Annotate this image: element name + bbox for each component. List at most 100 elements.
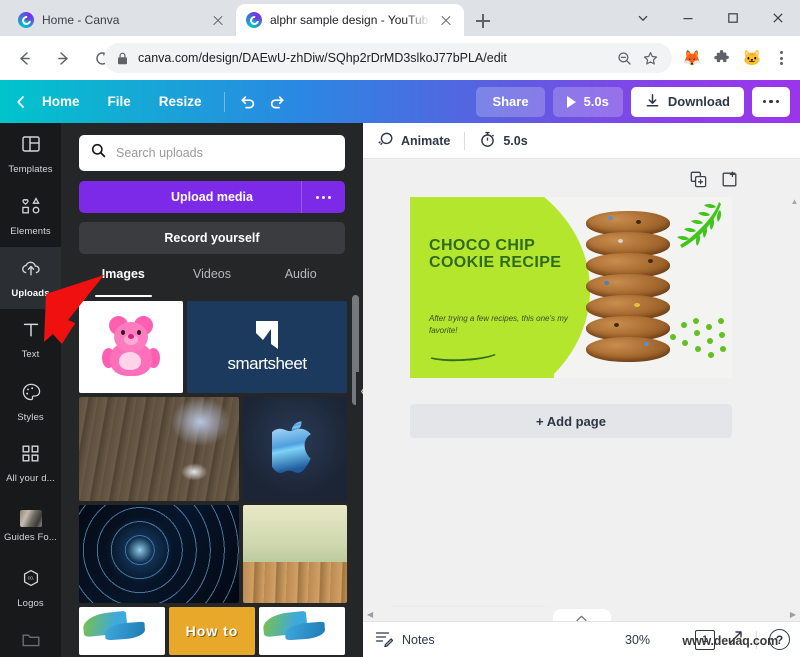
rail-item-styles[interactable]: Styles (0, 371, 61, 433)
notes-icon (375, 630, 394, 650)
minimize-icon[interactable] (665, 0, 710, 36)
search-uploads-box[interactable]: Search uploads (79, 135, 345, 171)
close-icon[interactable] (210, 12, 226, 28)
text-t-icon (22, 321, 40, 344)
record-yourself-button[interactable]: Record yourself (79, 222, 345, 254)
zoom-out-icon[interactable] (612, 46, 636, 70)
download-label: Download (667, 94, 730, 109)
thumbnail-blue-tech-circles[interactable] (79, 505, 239, 603)
thumbnail-slide-swoosh-b[interactable] (259, 607, 345, 655)
rail-item-templates[interactable]: Templates (0, 123, 61, 185)
tab-images[interactable]: Images (79, 263, 168, 297)
browser-tab-title: alphr sample design - YouTube T (270, 13, 430, 27)
thumbnail-apple-logo[interactable] (243, 397, 347, 501)
rail-item-folders[interactable]: Folders (0, 619, 61, 657)
thumbnail-desk-laptop-coffee[interactable] (79, 397, 239, 501)
editor-area: Animate 5.0s CHOCO CHIP COOKIE RECIPE Af… (363, 123, 800, 657)
folder-icon (21, 631, 41, 654)
browser-tab-home[interactable]: Home - Canva (8, 4, 236, 36)
forward-icon[interactable] (48, 43, 78, 73)
close-window-icon[interactable] (755, 0, 800, 36)
thumbnail-smartsheet-logo[interactable]: smartsheet (187, 301, 347, 393)
browser-tab-design[interactable]: alphr sample design - YouTube T (236, 4, 464, 36)
status-right-actions: 1 ? (695, 626, 790, 651)
page-count-badge[interactable]: 1 (695, 626, 718, 650)
grid-squares-icon (21, 444, 40, 468)
rail-item-elements[interactable]: Elements (0, 185, 61, 247)
canva-favicon-icon (246, 12, 262, 28)
header-home-button[interactable]: Home (28, 94, 94, 109)
thumbnail-slide-swoosh-a[interactable] (79, 607, 165, 655)
duration-label: 5.0s (503, 133, 528, 148)
present-button[interactable]: 5.0s (552, 86, 623, 117)
editor-toolbar: Animate 5.0s (363, 123, 800, 159)
back-chevron-icon[interactable] (14, 95, 28, 109)
add-page-button[interactable]: + Add page (410, 404, 732, 438)
back-icon[interactable] (9, 43, 39, 73)
new-tab-button[interactable] (470, 8, 496, 34)
upload-media-button[interactable]: Upload media (79, 181, 345, 213)
header-file-button[interactable]: File (94, 94, 145, 109)
tab-videos[interactable]: Videos (168, 263, 257, 297)
tab-audio[interactable]: Audio (256, 263, 345, 297)
bookmark-star-icon[interactable] (638, 46, 662, 70)
redo-icon[interactable] (263, 92, 293, 111)
design-page-1[interactable]: CHOCO CHIP COOKIE RECIPE After trying a … (410, 197, 732, 378)
header-more-button[interactable] (752, 86, 790, 117)
design-subtitle: After trying a few recipes, this one's m… (429, 314, 568, 335)
scroll-up-icon[interactable]: ▲ (791, 197, 799, 206)
styles-palette-icon (21, 382, 41, 407)
browser-menu-icon[interactable] (768, 43, 794, 73)
browser-tab-title: Home - Canva (42, 13, 120, 27)
fox-extension-icon[interactable]: 🦊 (678, 43, 706, 73)
close-icon[interactable] (438, 12, 454, 28)
rail-item-text[interactable]: Text (0, 309, 61, 371)
page-duration-button[interactable]: 5.0s (479, 131, 528, 151)
puzzle-extension-icon[interactable] (708, 43, 736, 73)
uploads-row: smartsheet (79, 301, 347, 393)
header-divider (223, 91, 225, 112)
upload-media-label: Upload media (171, 190, 253, 204)
undo-icon[interactable] (233, 92, 263, 111)
zoom-level-label[interactable]: 30% (625, 633, 650, 647)
scroll-right-icon[interactable]: ▶ (790, 610, 796, 619)
notes-button[interactable]: Notes (375, 630, 435, 650)
rail-label: Elements (10, 225, 51, 237)
animate-button[interactable]: Animate (377, 131, 450, 151)
download-button[interactable]: Download (630, 86, 744, 117)
canvas-vertical-scrollbar[interactable]: ▲ ▼ (789, 195, 800, 653)
canva-header: Home File Resize Share 5.0s Download (0, 80, 800, 123)
rail-item-guides-folder[interactable]: Guides Fo... (0, 495, 61, 557)
maximize-icon[interactable] (710, 0, 755, 36)
thumbnail-pink-teddy-bear[interactable] (79, 301, 183, 393)
teddy-bear-image (102, 316, 160, 378)
cat-extension-icon[interactable]: 🐱 (738, 43, 766, 73)
duplicate-page-icon[interactable] (690, 171, 707, 193)
header-right-actions: Share 5.0s Download (476, 86, 790, 117)
scroll-left-icon[interactable]: ◀ (367, 610, 373, 619)
app-root: Home - Canva alphr sample design - YouTu… (0, 0, 800, 657)
rail-item-all-your-designs[interactable]: All your d... (0, 433, 61, 495)
chevron-down-icon[interactable] (620, 0, 665, 36)
design-dots-shape (668, 316, 728, 362)
download-icon (645, 93, 660, 111)
help-icon[interactable]: ? (769, 629, 790, 650)
add-page-icon[interactable] (721, 171, 738, 193)
uploads-row (79, 397, 347, 501)
animate-icon (377, 131, 394, 151)
rail-item-uploads[interactable]: Uploads (0, 247, 61, 309)
fullscreen-icon[interactable] (727, 629, 744, 651)
extension-icons: 🦊 🐱 (678, 43, 794, 73)
thumbnail-how-to[interactable]: How to (169, 607, 255, 655)
uploads-grid: smartsheet How to (79, 301, 347, 657)
share-button[interactable]: Share (476, 86, 545, 117)
rail-item-logos[interactable]: co. Logos (0, 557, 61, 619)
svg-text:co.: co. (27, 575, 34, 581)
thumbnail-wooden-table-garden[interactable] (243, 505, 347, 603)
uploads-tabs: Images Videos Audio (79, 263, 345, 297)
browser-tab-bar: Home - Canva alphr sample design - YouTu… (0, 0, 800, 36)
header-resize-button[interactable]: Resize (145, 94, 216, 109)
lock-icon (117, 52, 128, 65)
upload-options-icon[interactable] (301, 181, 345, 213)
address-bar[interactable]: canva.com/design/DAEwU-zhDiw/SQhp2rDrMD3… (104, 43, 672, 73)
